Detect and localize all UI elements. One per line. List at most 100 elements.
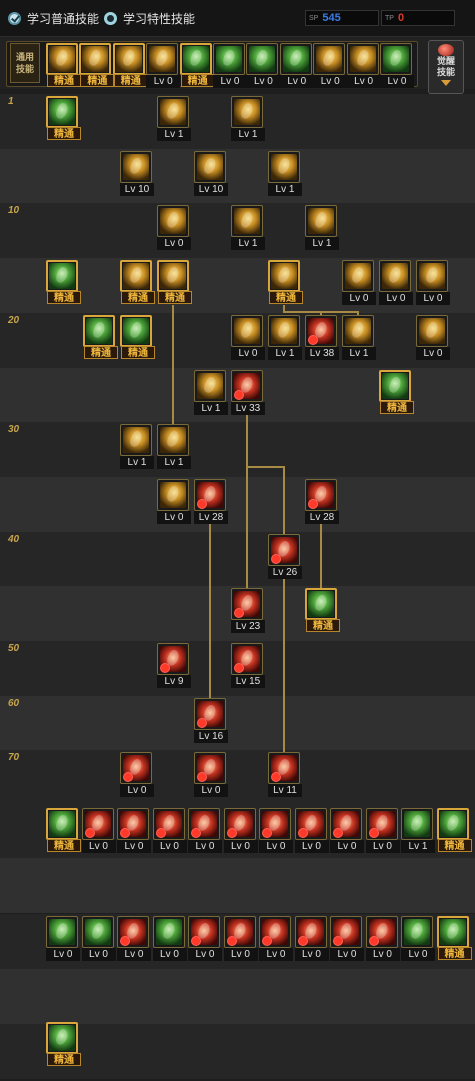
skill-slot[interactable]: Lv 1 bbox=[342, 314, 376, 360]
skill-slot[interactable]: Lv 0 bbox=[188, 916, 222, 961]
skill-slot[interactable]: Lv 26 bbox=[268, 533, 302, 579]
skill-level-label: 精通 bbox=[47, 127, 81, 140]
locked-badge-icon bbox=[234, 663, 244, 673]
skill-slot[interactable]: Lv 16 bbox=[194, 697, 228, 743]
common-skills-button[interactable]: 通用 技能 bbox=[10, 43, 40, 83]
tab-learn-normal-skills[interactable]: 学习普通技能 bbox=[8, 8, 99, 28]
skill-slot[interactable]: Lv 0 bbox=[223, 916, 258, 961]
skill-slot[interactable]: Lv 1 bbox=[120, 424, 154, 470]
skill-icon bbox=[49, 99, 75, 125]
skill-slot[interactable]: Lv 10 bbox=[120, 150, 154, 196]
skill-slot[interactable]: 精通 bbox=[379, 369, 414, 414]
level-marker: 1 bbox=[8, 96, 14, 107]
skill-slot[interactable]: 精通 bbox=[46, 260, 81, 305]
skill-slot[interactable]: Lv 0 bbox=[313, 43, 348, 88]
skill-slot[interactable]: Lv 0 bbox=[120, 752, 154, 798]
skill-slot[interactable]: Lv 0 bbox=[157, 205, 191, 251]
skill-slot[interactable]: 精通 bbox=[112, 43, 148, 87]
skill-slot[interactable]: Lv 0 bbox=[117, 916, 151, 961]
skill-slot[interactable]: Lv 0 bbox=[416, 260, 450, 306]
tab-learn-trait-skills[interactable]: 学习特性技能 bbox=[104, 8, 195, 28]
skill-slot[interactable]: Lv 0 bbox=[401, 916, 435, 961]
skill-slot[interactable]: Lv 1 bbox=[157, 424, 191, 470]
skill-level-label: Lv 0 bbox=[223, 948, 258, 961]
skill-slot[interactable]: Lv 9 bbox=[157, 643, 191, 688]
skill-slot[interactable]: Lv 1 bbox=[157, 96, 191, 141]
skill-slot[interactable]: Lv 0 bbox=[365, 808, 400, 853]
skill-slot[interactable]: 精通 bbox=[436, 808, 472, 852]
skill-slot[interactable]: 精通 bbox=[120, 314, 155, 359]
skill-slot[interactable]: Lv 0 bbox=[157, 478, 191, 524]
skill-slot[interactable]: Lv 0 bbox=[342, 260, 376, 306]
skill-slot[interactable]: Lv 1 bbox=[231, 205, 265, 251]
skill-slot[interactable]: Lv 11 bbox=[268, 752, 302, 798]
skill-slot[interactable]: Lv 1 bbox=[268, 314, 302, 360]
skill-slot[interactable]: Lv 0 bbox=[279, 43, 314, 88]
skill-slot[interactable]: Lv 28 bbox=[305, 478, 339, 524]
skill-slot[interactable]: Lv 0 bbox=[330, 916, 364, 961]
skill-slot[interactable]: Lv 1 bbox=[231, 96, 265, 141]
skill-slot[interactable]: 精通 bbox=[157, 260, 192, 305]
skill-icon bbox=[160, 481, 186, 508]
skill-slot[interactable]: Lv 38 bbox=[305, 314, 339, 360]
skill-slot[interactable]: Lv 0 bbox=[259, 808, 293, 853]
skill-level-label: Lv 1 bbox=[268, 182, 302, 196]
skill-level-label: Lv 1 bbox=[231, 237, 265, 251]
skill-slot[interactable]: 精通 bbox=[46, 1022, 81, 1066]
skill-slot[interactable]: Lv 0 bbox=[330, 808, 364, 853]
skill-slot[interactable]: Lv 15 bbox=[231, 643, 265, 688]
skill-slot[interactable]: Lv 0 bbox=[81, 916, 116, 961]
skill-slot[interactable]: Lv 0 bbox=[259, 916, 293, 961]
awakening-skills-button[interactable]: 觉醒 技能 bbox=[428, 40, 464, 94]
skill-slot[interactable]: Lv 28 bbox=[194, 478, 228, 524]
level-marker: 70 bbox=[8, 752, 20, 764]
skill-slot[interactable]: Lv 10 bbox=[194, 150, 228, 196]
skill-slot[interactable]: 精通 bbox=[83, 314, 118, 359]
skill-slot[interactable]: Lv 0 bbox=[223, 808, 258, 853]
skill-slot[interactable]: Lv 0 bbox=[294, 808, 329, 853]
skill-slot[interactable]: 精通 bbox=[46, 43, 81, 87]
skill-slot[interactable]: Lv 0 bbox=[380, 43, 414, 88]
skill-icon bbox=[308, 208, 334, 235]
skill-level-label: Lv 0 bbox=[157, 510, 191, 524]
skill-slot[interactable]: Lv 0 bbox=[365, 916, 400, 961]
skill-slot[interactable]: Lv 0 bbox=[294, 916, 329, 961]
skill-slot[interactable]: Lv 0 bbox=[81, 808, 116, 853]
skill-level-label: Lv 1 bbox=[157, 456, 191, 470]
skill-slot[interactable]: Lv 23 bbox=[231, 588, 265, 634]
skill-level-label: Lv 0 bbox=[365, 948, 400, 961]
skill-slot[interactable]: 精通 bbox=[79, 43, 115, 87]
skill-slot[interactable]: Lv 0 bbox=[194, 752, 228, 798]
skill-level-label: 精通 bbox=[437, 839, 472, 852]
skill-slot[interactable]: Lv 0 bbox=[152, 808, 187, 853]
skill-slot[interactable]: Lv 0 bbox=[346, 43, 381, 88]
skill-slot[interactable]: Lv 0 bbox=[379, 260, 413, 306]
skill-slot[interactable]: Lv 0 bbox=[46, 916, 80, 961]
skill-slot[interactable]: 精通 bbox=[268, 260, 303, 305]
skill-slot[interactable]: 精通 bbox=[305, 588, 340, 633]
skill-slot[interactable]: Lv 1 bbox=[401, 808, 435, 853]
skill-slot[interactable]: Lv 0 bbox=[213, 43, 247, 88]
skill-slot[interactable]: Lv 0 bbox=[246, 43, 281, 88]
skill-level-label: Lv 0 bbox=[379, 292, 413, 306]
skill-slot[interactable]: Lv 0 bbox=[117, 808, 151, 853]
skill-slot[interactable]: Lv 1 bbox=[305, 205, 339, 251]
skill-slot[interactable]: Lv 0 bbox=[231, 314, 265, 360]
skill-slot[interactable]: 精通 bbox=[120, 260, 155, 305]
locked-badge-icon bbox=[262, 828, 272, 838]
skill-slot[interactable]: Lv 1 bbox=[268, 150, 302, 196]
skill-slot[interactable]: Lv 1 bbox=[194, 369, 228, 415]
skill-slot[interactable]: Lv 0 bbox=[152, 916, 187, 961]
skill-slot[interactable]: 精通 bbox=[46, 808, 81, 852]
skill-slot[interactable]: Lv 0 bbox=[416, 314, 450, 360]
skill-level-label: Lv 0 bbox=[346, 75, 381, 88]
skill-icon bbox=[419, 317, 445, 344]
locked-badge-icon bbox=[120, 936, 130, 946]
skill-level-label: Lv 0 bbox=[120, 784, 154, 798]
skill-slot[interactable]: Lv 0 bbox=[146, 43, 181, 88]
skill-slot[interactable]: Lv 0 bbox=[188, 808, 222, 853]
skill-slot[interactable]: 精通 bbox=[179, 43, 215, 87]
skill-slot[interactable]: 精通 bbox=[46, 96, 81, 140]
skill-slot[interactable]: Lv 33 bbox=[231, 369, 265, 415]
skill-slot[interactable]: 精通 bbox=[436, 916, 472, 960]
